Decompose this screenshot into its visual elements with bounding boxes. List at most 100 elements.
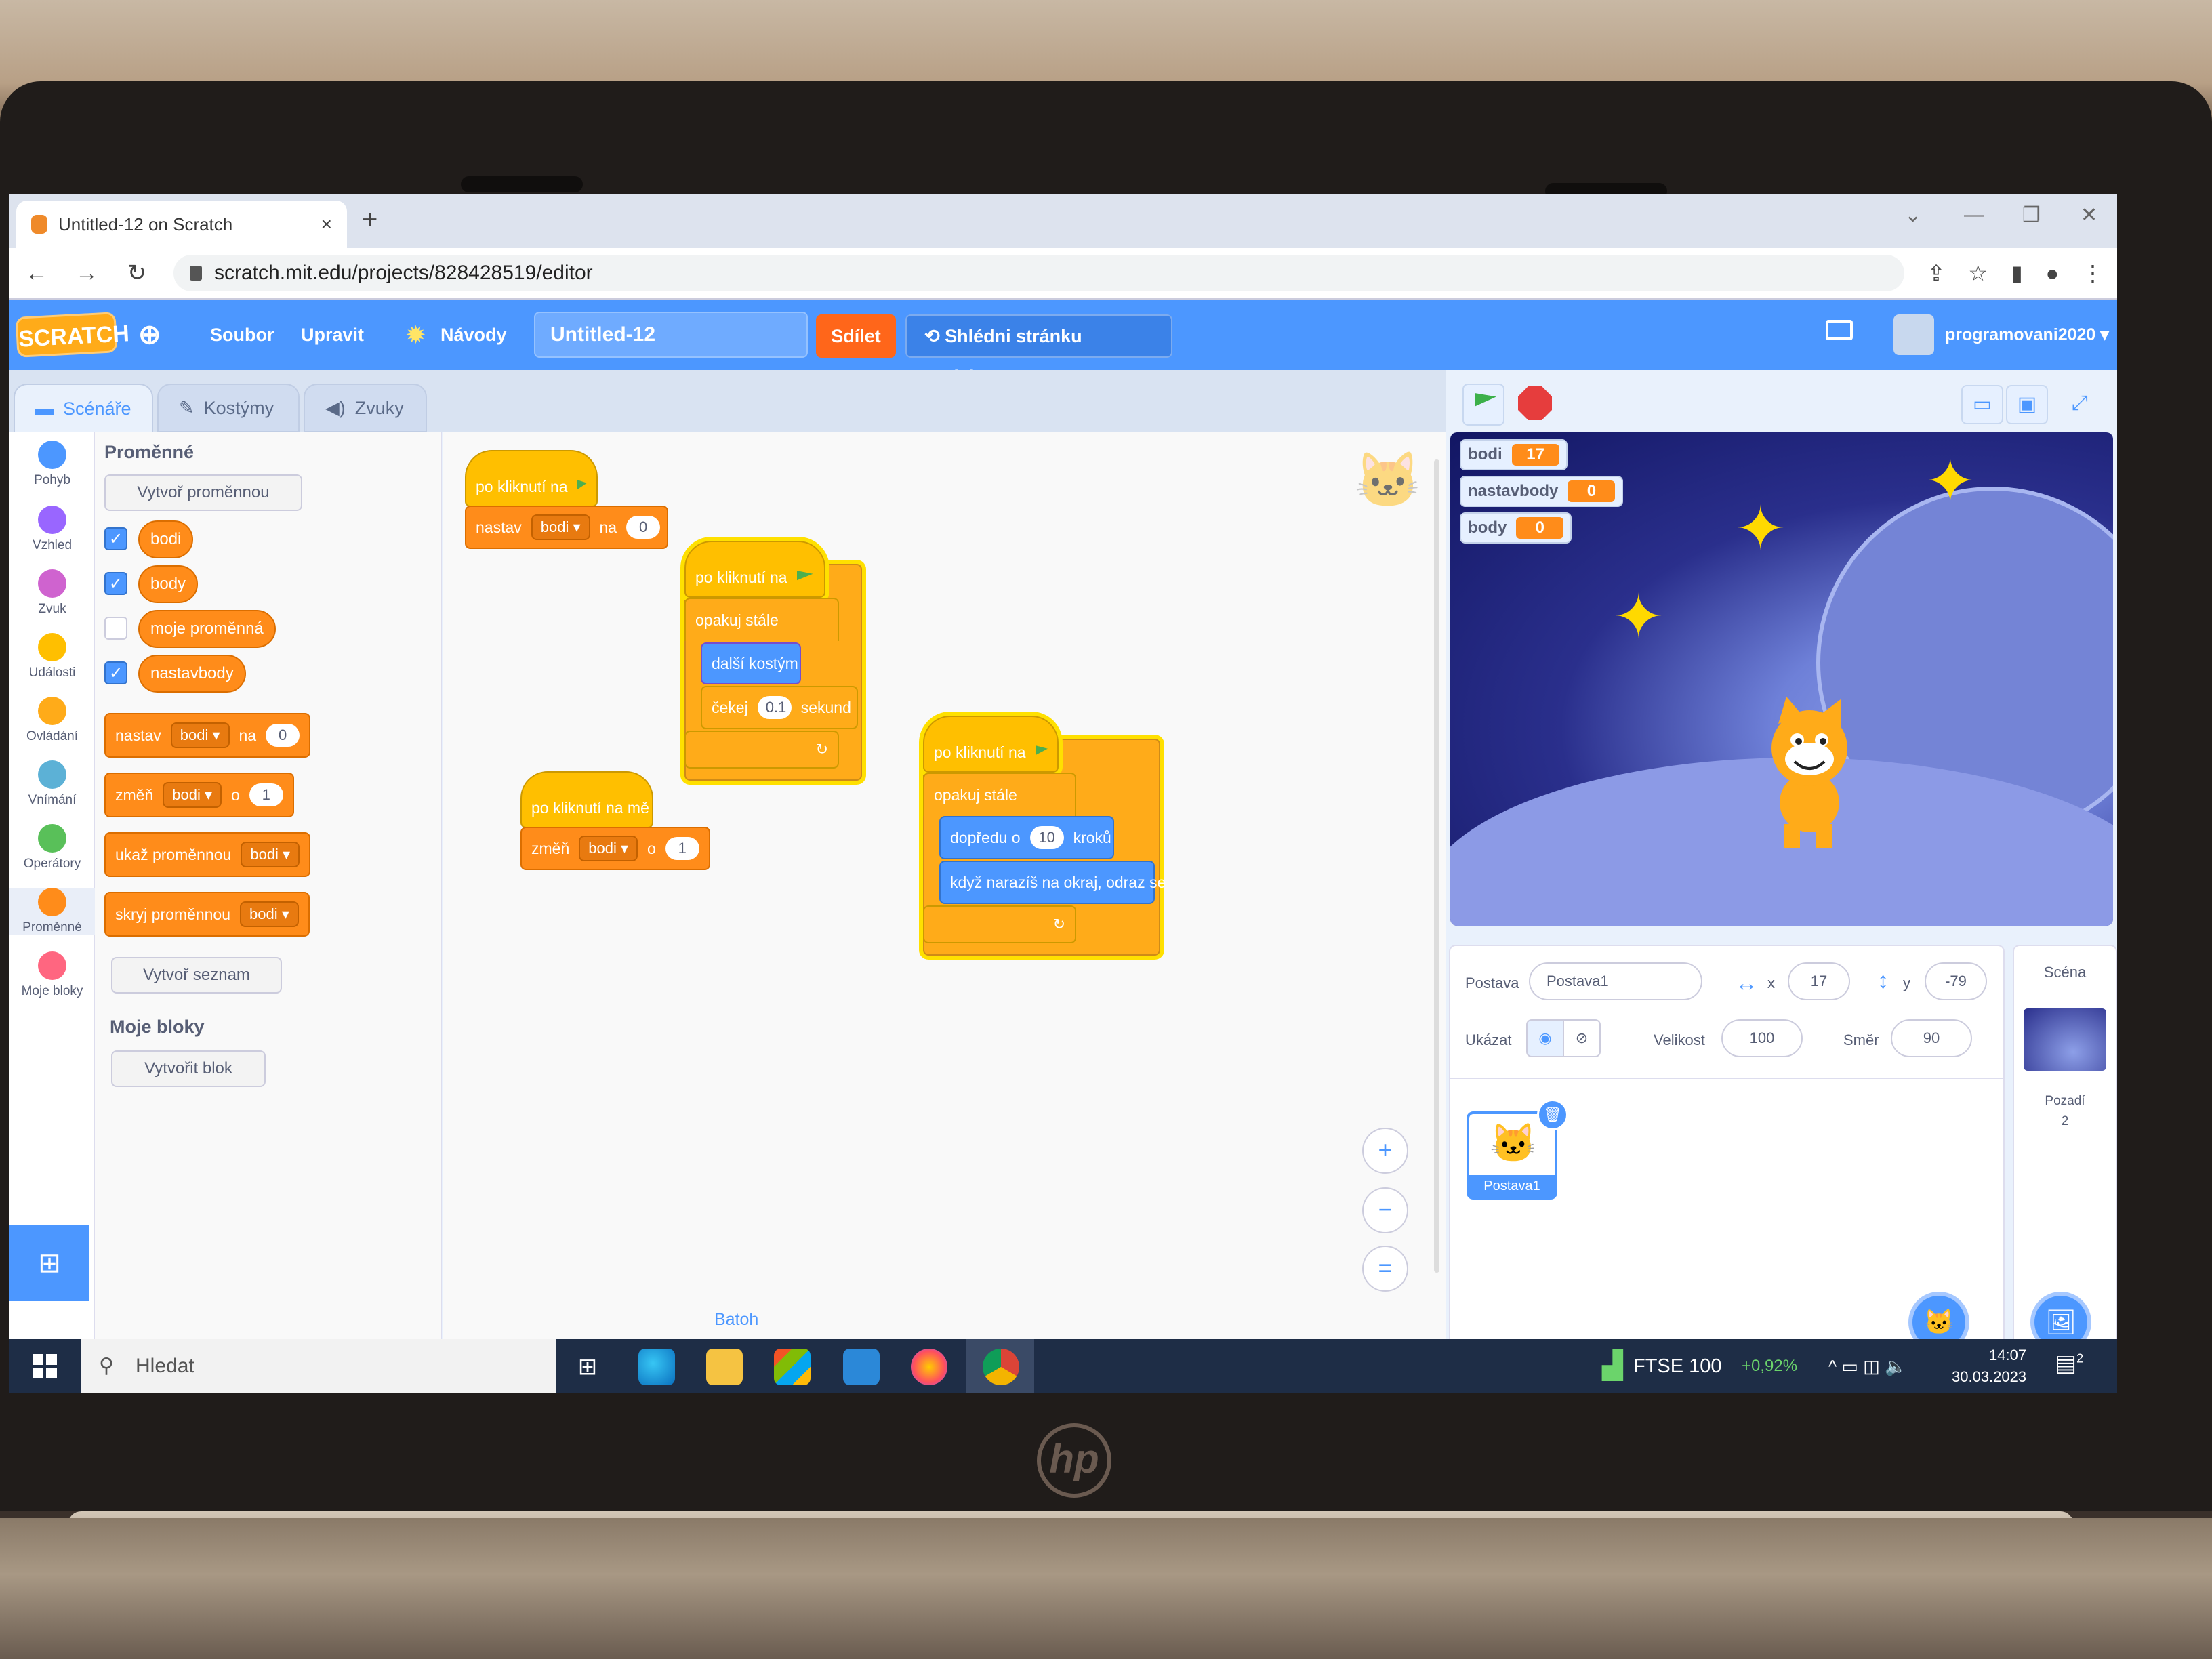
- palette-block-show-variable[interactable]: ukaž proměnnou bodi ▾: [104, 832, 311, 877]
- palette-block-hide-variable[interactable]: skryj proměnnou bodi ▾: [104, 892, 310, 937]
- hide-eye-icon[interactable]: ⊘: [1563, 1019, 1601, 1057]
- variable-dropdown[interactable]: bodi ▾: [170, 722, 230, 748]
- variable-monitor-bodi[interactable]: bodi 17: [1460, 439, 1568, 470]
- block-next-costume[interactable]: další kostým: [701, 642, 801, 684]
- side-panel-icon[interactable]: ▮: [2011, 260, 2023, 286]
- taskbar-clock[interactable]: 14:07 30.03.2023: [1952, 1345, 2026, 1388]
- variable-reporter-bodi[interactable]: bodi: [138, 520, 194, 558]
- reload-button[interactable]: ↻: [123, 260, 150, 287]
- new-tab-button[interactable]: +: [362, 205, 377, 235]
- backpack-label[interactable]: Batoh: [714, 1310, 758, 1330]
- back-button[interactable]: ←: [23, 260, 50, 287]
- category-motion[interactable]: Pohyb: [9, 441, 95, 488]
- kebab-menu-icon[interactable]: ⋮: [2082, 260, 2104, 286]
- task-view-icon[interactable]: ⊞: [569, 1349, 606, 1385]
- firefox-icon[interactable]: [911, 1349, 947, 1385]
- zoom-out-button[interactable]: −: [1362, 1187, 1408, 1233]
- variable-checkbox[interactable]: ✓: [104, 527, 127, 550]
- forward-button[interactable]: →: [73, 260, 100, 287]
- tab-close-icon[interactable]: ×: [321, 213, 332, 235]
- value-input[interactable]: 0: [626, 516, 661, 539]
- variable-monitor-body[interactable]: body 0: [1460, 512, 1572, 544]
- block-bounce-on-edge[interactable]: když narazíš na okraj, odraz se: [939, 861, 1166, 904]
- zoom-in-button[interactable]: +: [1362, 1128, 1408, 1174]
- variable-reporter-body[interactable]: body: [138, 565, 199, 603]
- menu-file[interactable]: Soubor: [210, 300, 274, 370]
- scratch-cat-sprite[interactable]: [1735, 697, 1870, 853]
- star-icon[interactable]: ☆: [1968, 260, 1988, 286]
- value-input[interactable]: 0: [266, 724, 300, 747]
- category-operators[interactable]: Operátory: [9, 824, 95, 872]
- direction-input[interactable]: 90: [1891, 1019, 1972, 1057]
- share-icon[interactable]: ⇪: [1927, 260, 1946, 286]
- variable-checkbox[interactable]: ✓: [104, 661, 127, 684]
- category-variables[interactable]: Proměnné: [9, 888, 95, 935]
- script-workspace[interactable]: 🐱 po kliknutí na nastav bodi ▾ na 0 po klik…: [443, 432, 1446, 1393]
- browser-tab[interactable]: Untitled-12 on Scratch ×: [16, 201, 347, 248]
- variable-dropdown[interactable]: bodi ▾: [163, 782, 222, 808]
- taskbar-search-input[interactable]: ⚲ Hledat: [81, 1339, 556, 1393]
- palette-block-change-variable[interactable]: změň bodi ▾ o 1: [104, 773, 294, 817]
- make-block-button[interactable]: Vytvořit blok: [111, 1050, 266, 1087]
- value-input[interactable]: 1: [249, 783, 283, 806]
- edge-icon[interactable]: [638, 1349, 675, 1385]
- workspace-scrollbar[interactable]: [1434, 459, 1439, 1273]
- variable-dropdown[interactable]: bodi ▾: [531, 514, 590, 540]
- value-input[interactable]: 1: [665, 837, 699, 860]
- scratch-logo[interactable]: SCRATCH: [15, 312, 130, 358]
- stage-canvas[interactable]: ✦ ✦ ✦ bodi 17 nastavbody 0 body 0: [1450, 432, 2113, 926]
- maximize-button[interactable]: ❐: [2022, 203, 2041, 227]
- variable-monitor-nastavbody[interactable]: nastavbody 0: [1460, 476, 1624, 507]
- category-looks[interactable]: Vzhled: [9, 506, 95, 553]
- tab-search-icon[interactable]: ⌄: [1904, 203, 1921, 227]
- windows-start-icon[interactable]: [33, 1354, 57, 1378]
- variable-reporter-nastavbody[interactable]: nastavbody: [138, 655, 246, 693]
- tab-sounds[interactable]: ◀) Zvuky: [304, 384, 427, 432]
- my-stuff-folder-icon[interactable]: [1826, 320, 1853, 340]
- block-wait[interactable]: čekej 0.1 sekund: [701, 686, 858, 729]
- block-move-steps[interactable]: dopředu o 10 kroků: [939, 816, 1114, 859]
- add-extension-icon[interactable]: ⊞: [9, 1225, 89, 1301]
- make-variable-button[interactable]: Vytvoř proměnnou: [104, 474, 302, 511]
- stop-button[interactable]: [1518, 386, 1552, 420]
- variable-reporter-moje-promenna[interactable]: moje proměnná: [138, 610, 276, 648]
- system-tray-icons[interactable]: ^ ▭ ◫ 🔈: [1828, 1339, 1906, 1393]
- category-sound[interactable]: Zvuk: [9, 569, 95, 617]
- address-bar[interactable]: scratch.mit.edu/projects/828428519/edito…: [173, 255, 1904, 291]
- store-icon[interactable]: [774, 1349, 811, 1385]
- menu-edit[interactable]: Upravit: [301, 300, 364, 370]
- variable-dropdown[interactable]: bodi ▾: [240, 901, 299, 927]
- category-sensing[interactable]: Vnímání: [9, 760, 95, 808]
- hat-when-flag-clicked[interactable]: po kliknutí na: [465, 450, 598, 507]
- minimize-button[interactable]: —: [1964, 203, 1984, 226]
- share-button[interactable]: Sdílet: [816, 314, 896, 358]
- value-input[interactable]: 0.1: [757, 696, 792, 719]
- x-input[interactable]: 17: [1788, 962, 1850, 1000]
- green-flag-button[interactable]: [1462, 384, 1504, 426]
- block-set-variable[interactable]: nastav bodi ▾ na 0: [465, 506, 668, 549]
- category-events[interactable]: Události: [9, 633, 95, 680]
- file-explorer-icon[interactable]: [706, 1349, 743, 1385]
- profile-icon[interactable]: ●: [2046, 261, 2059, 286]
- block-forever[interactable]: opakuj stále: [684, 598, 839, 641]
- normal-stage-button[interactable]: ▣: [2006, 385, 2048, 424]
- globe-icon[interactable]: ⊕: [138, 300, 161, 370]
- variable-checkbox[interactable]: [104, 617, 127, 640]
- username-menu[interactable]: programovani2020 ▾: [1945, 300, 2109, 370]
- project-title-input[interactable]: Untitled-12: [534, 312, 808, 358]
- variable-dropdown[interactable]: bodi ▾: [579, 836, 638, 861]
- close-window-button[interactable]: ✕: [2081, 203, 2097, 227]
- y-input[interactable]: -79: [1925, 962, 1987, 1000]
- menu-tutorials[interactable]: Návody: [441, 300, 507, 370]
- tab-costumes[interactable]: ✎ Kostýmy: [157, 384, 300, 432]
- chrome-icon[interactable]: [983, 1349, 1019, 1385]
- variable-checkbox[interactable]: ✓: [104, 572, 127, 595]
- category-my-blocks[interactable]: Moje bloky: [9, 951, 95, 999]
- mail-icon[interactable]: [843, 1349, 880, 1385]
- block-forever[interactable]: opakuj stále: [923, 773, 1076, 816]
- zoom-reset-button[interactable]: =: [1362, 1246, 1408, 1292]
- hat-when-flag-clicked[interactable]: po kliknutí na: [923, 716, 1059, 773]
- size-input[interactable]: 100: [1721, 1019, 1803, 1057]
- backdrop-thumbnail[interactable]: [2024, 1008, 2106, 1071]
- delete-sprite-icon[interactable]: 🗑: [1537, 1099, 1568, 1130]
